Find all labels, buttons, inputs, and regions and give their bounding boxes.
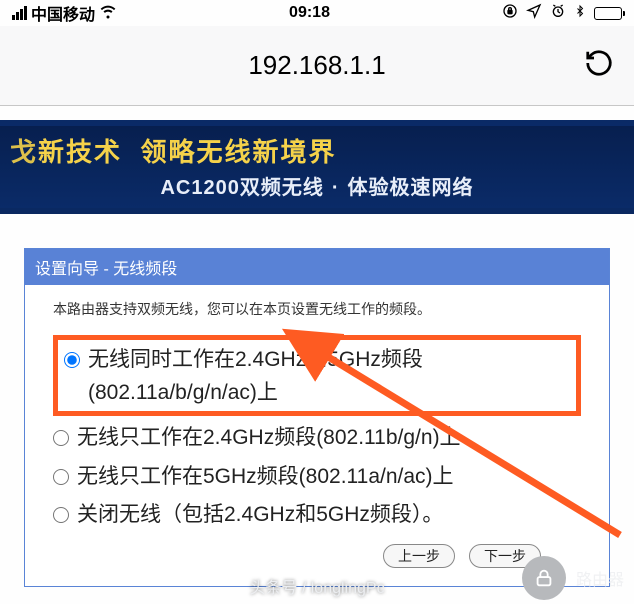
clock: 09:18 [289,4,330,22]
reload-icon[interactable] [584,48,614,83]
promo-banner: 戈新技术 领略无线新境界 AC1200双频无线·体验极速网络 [0,120,634,214]
option-24ghz[interactable]: 无线只工作在2.4GHz频段(802.11b/g/n)上 [53,422,581,455]
radio-dual-band[interactable] [64,352,80,368]
highlight-box: 无线同时工作在2.4GHz和5GHz频段(802.11a/b/g/n/ac)上 [53,335,581,416]
wifi-icon [99,2,117,25]
alarm-icon [550,3,566,24]
prev-button[interactable]: 上一步 [383,544,455,568]
status-right [502,3,622,24]
bluetooth-icon [574,3,586,24]
banner-subtitle: AC1200双频无线·体验极速网络 [10,171,624,200]
option-dual-band[interactable]: 无线同时工作在2.4GHz和5GHz频段(802.11a/b/g/n/ac)上 [64,344,570,409]
carrier-label: 中国移动 [31,1,95,25]
radio-24ghz[interactable] [53,430,69,446]
panel-header: 设置向导 - 无线频段 [25,249,609,285]
battery-icon [594,7,622,20]
button-row: 上一步 下一步 [53,532,581,568]
url-text: 192.168.1.1 [248,50,385,81]
radio-off[interactable] [53,507,69,523]
radio-5ghz[interactable] [53,469,69,485]
radio-group: 无线同时工作在2.4GHz和5GHz频段(802.11a/b/g/n/ac)上 … [53,335,581,532]
watermark-text: 头条号 / longlingPc [249,580,384,597]
wizard-panel: 设置向导 - 无线频段 本路由器支持双频无线，您可以在本页设置无线工作的频段。 … [24,248,610,587]
banner-title: 戈新技术 领略无线新境界 [10,132,624,169]
option-5ghz[interactable]: 无线只工作在5GHz频段(802.11a/n/ac)上 [53,461,581,494]
status-left: 中国移动 [12,1,117,25]
banner-chopped-char: 戈 [10,137,38,167]
status-bar: 中国移动 09:18 [0,0,634,26]
panel-description: 本路由器支持双频无线，您可以在本页设置无线工作的频段。 [53,299,581,319]
location-icon [526,3,542,24]
orientation-lock-icon [502,3,518,24]
address-bar[interactable]: 192.168.1.1 [0,26,634,106]
option-off[interactable]: 关闭无线（包括2.4GHz和5GHz频段）。 [53,499,581,532]
signal-icon [12,6,27,20]
